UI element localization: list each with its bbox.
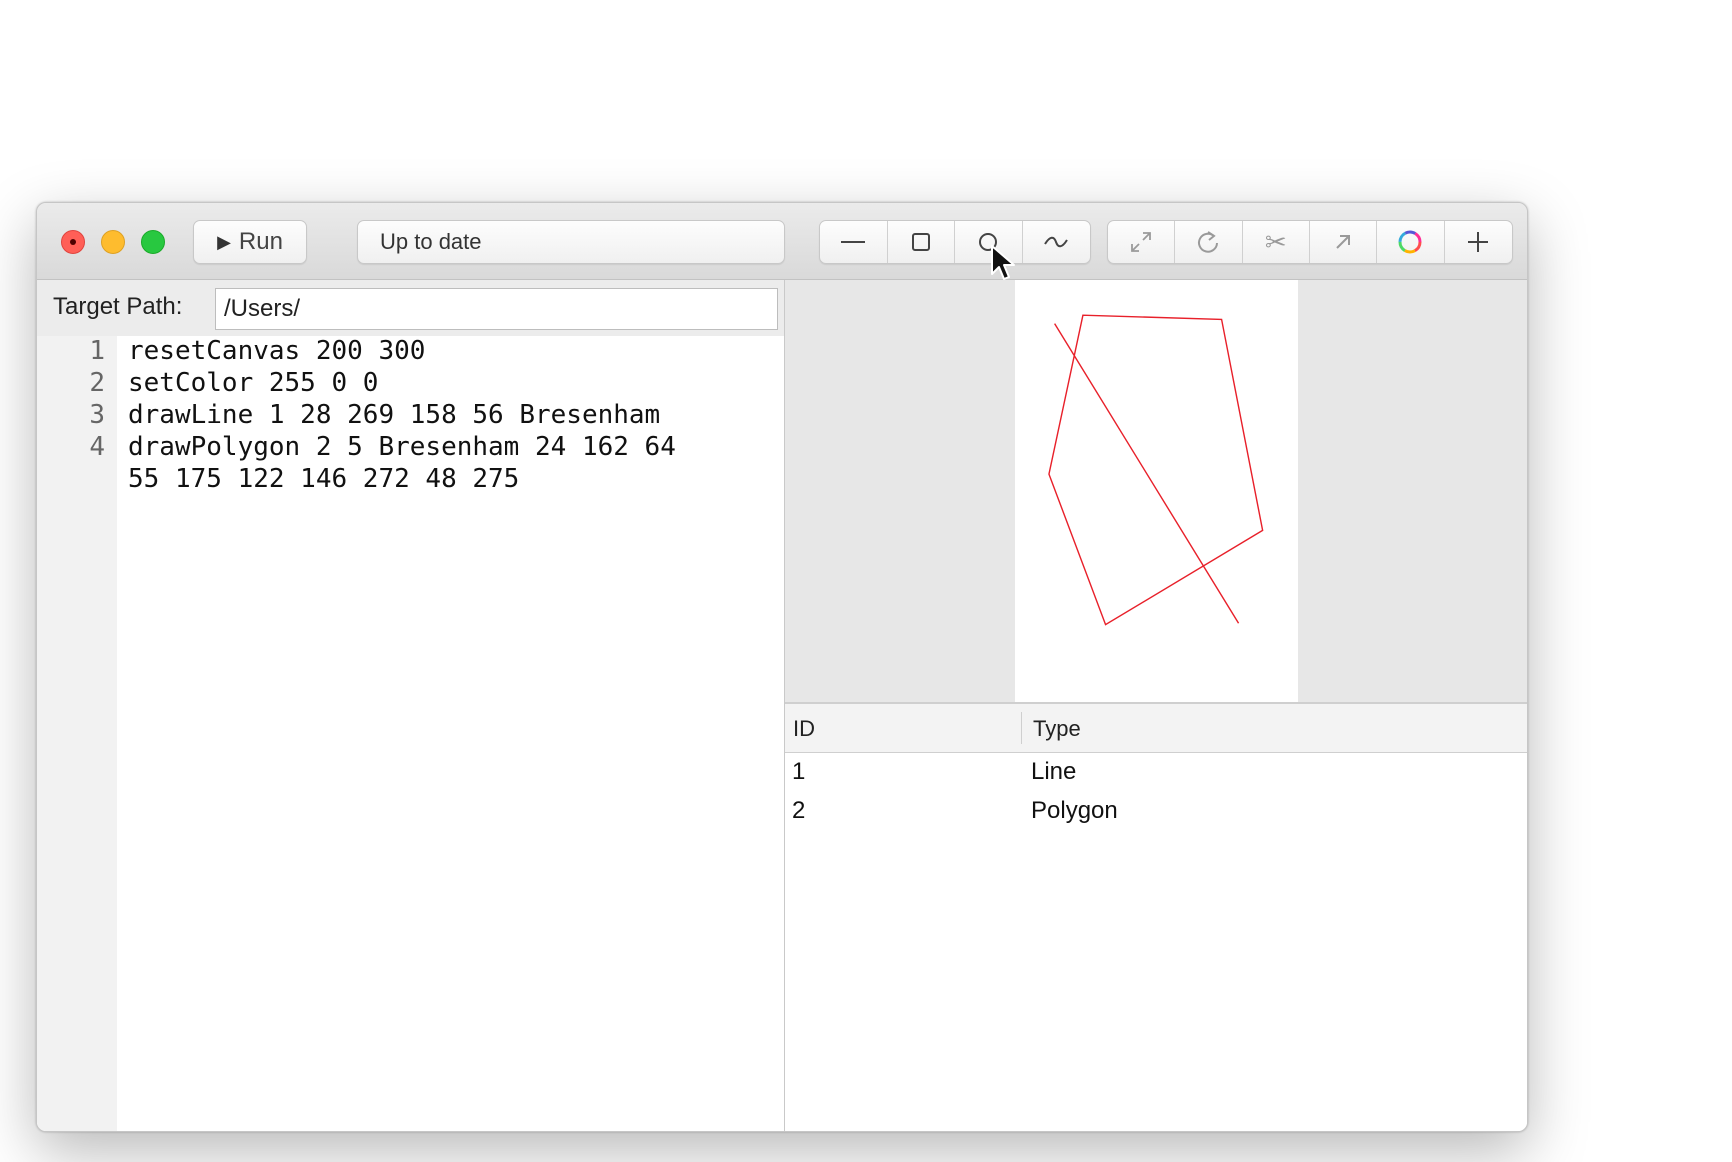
row-id: 2 [792, 797, 806, 824]
row-id: 1 [792, 758, 806, 785]
status-text: Up to date [380, 229, 482, 254]
target-path-label: Target Path: [53, 293, 183, 320]
add-tool-button[interactable] [1445, 221, 1512, 263]
arrow-up-right-icon [1336, 235, 1351, 249]
line-number: 3 [89, 400, 105, 430]
minimize-window-button[interactable] [101, 230, 125, 254]
color-wheel-icon [1398, 230, 1422, 254]
line-number: 4 [89, 432, 105, 462]
code-line: 55 175 122 146 272 48 275 [128, 464, 520, 494]
drawn-polygon [1048, 314, 1264, 626]
code-line: setColor 255 0 0 [128, 368, 379, 398]
run-button-label: Run [238, 228, 283, 255]
rectangle-tool-button[interactable] [888, 221, 955, 263]
target-path-input[interactable] [215, 288, 778, 330]
app-window: ▶ Run Up to date ✂ Target Path: /Users/ … [36, 202, 1528, 1132]
translate-tool-button[interactable] [1310, 221, 1378, 263]
row-type: Line [1031, 758, 1077, 785]
drawing-canvas[interactable] [1015, 280, 1298, 702]
output-pane: ID Type 1 Line 2 Polygon [785, 280, 1527, 1131]
status-field: Up to date [357, 220, 785, 264]
code-line: resetCanvas 200 300 [128, 336, 426, 366]
row-type: Polygon [1031, 797, 1118, 824]
code-line: drawPolygon 2 5 Bresenham 24 162 64 [128, 432, 676, 462]
rotate-icon [1198, 231, 1219, 253]
clip-tool-button[interactable]: ✂ [1243, 221, 1310, 263]
zoom-window-button[interactable] [141, 230, 165, 254]
line-number: 2 [89, 368, 105, 398]
mouse-pointer-icon [991, 245, 1015, 280]
drawn-line [1054, 323, 1240, 624]
shape-table: ID Type 1 Line 2 Polygon [785, 704, 1527, 1131]
column-header-type[interactable]: Type [1033, 716, 1081, 742]
table-row[interactable]: 1 Line [785, 754, 1527, 792]
plus-icon [1468, 232, 1489, 252]
transform-tools-segment: ✂ [1107, 220, 1513, 264]
editor-pane: Target Path: 1 2 3 4 resetCanvas 200 300… [37, 280, 785, 1131]
color-picker-button[interactable] [1377, 221, 1445, 263]
expand-icon [1131, 232, 1152, 252]
column-divider[interactable] [1021, 712, 1022, 744]
table-header: ID Type [785, 704, 1527, 753]
draw-tools-segment [819, 220, 1091, 264]
play-icon: ▶ [217, 231, 231, 252]
target-path-row: Target Path: [37, 280, 784, 336]
curve-tool-button[interactable] [1023, 221, 1091, 263]
scissors-icon: ✂ [1264, 226, 1287, 257]
curve-icon [1044, 236, 1069, 248]
rotate-tool-button[interactable] [1175, 221, 1243, 263]
run-button[interactable]: ▶ Run [193, 220, 307, 264]
close-window-button[interactable] [61, 230, 85, 254]
line-icon [841, 241, 866, 243]
line-number: 1 [89, 336, 105, 366]
line-number-gutter: 1 2 3 4 [37, 336, 117, 1131]
rectangle-icon [911, 233, 930, 251]
table-row[interactable]: 2 Polygon [785, 793, 1527, 831]
toolbar: ▶ Run Up to date ✂ [37, 203, 1527, 280]
canvas-area [785, 280, 1527, 704]
line-tool-button[interactable] [820, 221, 888, 263]
scale-tool-button[interactable] [1108, 221, 1176, 263]
code-line: drawLine 1 28 269 158 56 Bresenham [128, 400, 661, 430]
column-header-id[interactable]: ID [793, 716, 815, 742]
